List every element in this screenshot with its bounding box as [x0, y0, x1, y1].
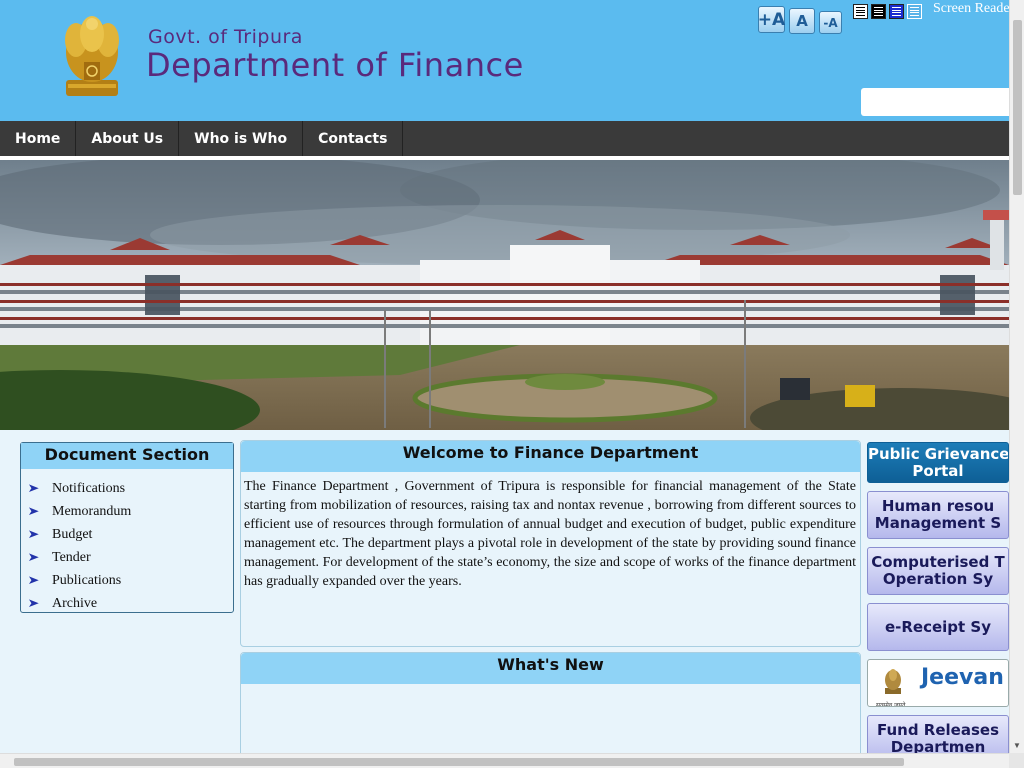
- arrow-right-icon: ➤: [27, 596, 40, 610]
- welcome-text: The Finance Department , Government of T…: [244, 479, 856, 589]
- national-emblem-icon: [885, 669, 901, 694]
- arrow-right-icon: ➤: [27, 504, 40, 518]
- normal-font-button[interactable]: A: [789, 8, 815, 34]
- site-header: Govt. of Tripura Department of Finance +…: [0, 0, 1010, 121]
- decrease-font-button[interactable]: -A: [819, 11, 842, 34]
- banner-image: [0, 160, 1009, 430]
- document-list: ➤ Notifications ➤ Memorandum ➤ Budget ➤ Tend…: [21, 469, 233, 615]
- arrow-right-icon: ➤: [27, 481, 40, 495]
- theme-white-icon[interactable]: [853, 4, 868, 19]
- tile-label-line-1: Computerised T: [871, 553, 1005, 571]
- whats-new-panel: What's New: [240, 652, 861, 762]
- vertical-scrollbar[interactable]: ▼: [1009, 0, 1024, 753]
- font-size-controls: +A A -A: [758, 6, 842, 34]
- theme-black-icon[interactable]: [871, 4, 886, 19]
- welcome-title: Welcome to Finance Department: [241, 441, 860, 472]
- main-nav: Home About Us Who is Who Contacts: [0, 121, 1009, 156]
- tile-label-line-2: Management S: [874, 514, 1002, 532]
- scrollbar-corner: [1009, 753, 1024, 768]
- site-title: Department of Finance: [146, 46, 524, 84]
- search-input[interactable]: [861, 88, 1009, 116]
- document-link-label[interactable]: Archive: [52, 596, 97, 612]
- document-link-label[interactable]: Budget: [52, 527, 92, 543]
- welcome-panel: Welcome to Finance Department The Financ…: [240, 440, 861, 647]
- document-section-title: Document Section: [21, 443, 233, 469]
- document-link-memorandum[interactable]: ➤ Memorandum: [27, 500, 233, 523]
- document-link-notifications[interactable]: ➤ Notifications: [27, 477, 233, 500]
- vertical-scroll-thumb[interactable]: [1013, 20, 1022, 195]
- document-link-tender[interactable]: ➤ Tender: [27, 546, 233, 569]
- document-link-label[interactable]: Memorandum: [52, 504, 131, 520]
- nav-item-contacts[interactable]: Contacts: [303, 121, 404, 156]
- jeevan-pramaan-logo: Jeevan Pr: [921, 667, 1008, 689]
- e-receipt-system-link[interactable]: e-Receipt Sy: [867, 603, 1009, 651]
- theme-blue-icon[interactable]: [889, 4, 904, 19]
- tile-label-line-1: Public Grievances: [868, 445, 1009, 463]
- jeevan-pramaan-link[interactable]: सत्यमेव जयते Jeevan Pr: [867, 659, 1009, 707]
- horizontal-scrollbar[interactable]: [0, 753, 1009, 768]
- increase-font-button[interactable]: +A: [758, 6, 785, 33]
- document-link-archive[interactable]: ➤ Archive: [27, 592, 233, 615]
- tile-label-line-2: Operation Sy: [882, 570, 994, 588]
- emblem-motto: सत्यमेव जयते: [876, 702, 906, 707]
- nav-item-home[interactable]: Home: [0, 121, 77, 156]
- screen-reader-link[interactable]: Screen Reade: [933, 1, 1010, 17]
- document-section: Document Section ➤ Notifications ➤ Memoran…: [20, 442, 234, 613]
- theme-controls: [853, 4, 922, 19]
- document-link-label[interactable]: Tender: [52, 550, 91, 566]
- theme-light-blue-icon[interactable]: [907, 4, 922, 19]
- tile-label-line-2: Portal: [912, 462, 964, 480]
- horizontal-scroll-thumb[interactable]: [14, 758, 904, 766]
- hrms-link[interactable]: Human resou Management S: [867, 491, 1009, 539]
- tile-label-line-1: e-Receipt Sy: [884, 618, 992, 636]
- tile-label-line-1: Human resou: [881, 497, 995, 515]
- document-link-publications[interactable]: ➤ Publications: [27, 569, 233, 592]
- nav-item-about-us[interactable]: About Us: [76, 121, 180, 156]
- public-grievances-portal-link[interactable]: Public Grievances Portal: [867, 442, 1009, 483]
- arrow-right-icon: ➤: [27, 573, 40, 587]
- arrow-right-icon: ➤: [27, 527, 40, 541]
- document-link-label[interactable]: Notifications: [52, 481, 125, 497]
- document-link-budget[interactable]: ➤ Budget: [27, 523, 233, 546]
- state-emblem-icon: [65, 16, 119, 96]
- govt-subtitle: Govt. of Tripura: [148, 26, 303, 48]
- scroll-down-icon[interactable]: ▼: [1013, 741, 1021, 750]
- nav-item-who-is-who[interactable]: Who is Who: [179, 121, 304, 156]
- document-link-label[interactable]: Publications: [52, 573, 121, 589]
- whats-new-title: What's New: [241, 653, 860, 684]
- tile-label-line-1: Fund Releases: [876, 721, 999, 739]
- logo-word-1: Jeevan: [921, 665, 1004, 690]
- arrow-right-icon: ➤: [27, 550, 40, 564]
- computerised-treasury-link[interactable]: Computerised T Operation Sy: [867, 547, 1009, 595]
